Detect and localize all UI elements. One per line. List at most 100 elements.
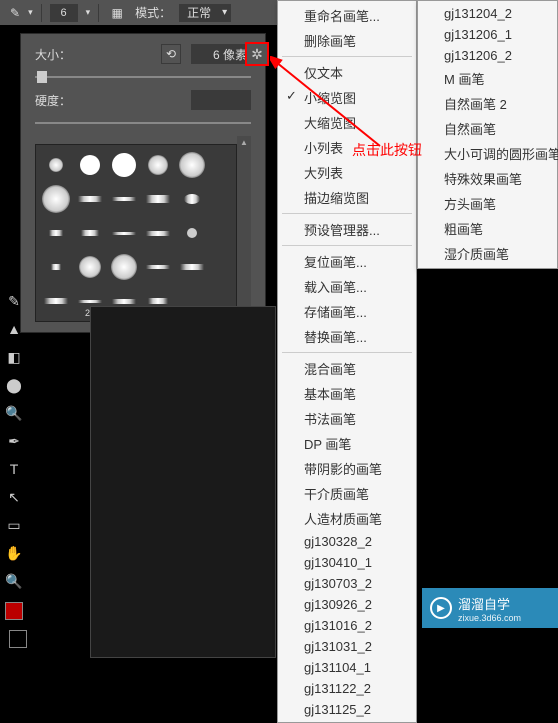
separator (282, 213, 412, 214)
brush-preset[interactable] (74, 149, 106, 181)
menu-item-preset[interactable]: gj131204_2 (418, 3, 557, 24)
menu-item-preset[interactable]: gj131104_1 (278, 657, 416, 678)
menu-item-mixed[interactable]: 混合画笔 (278, 356, 416, 381)
mode-label: 模式： (135, 4, 171, 21)
menu-item-load[interactable]: 载入画笔... (278, 274, 416, 299)
blur-tool-icon[interactable]: ⬤ (3, 374, 25, 396)
brush-preset[interactable] (108, 149, 140, 181)
menu-item-preset[interactable]: 自然画笔 (418, 116, 557, 141)
menu-item-replace[interactable]: 替换画笔... (278, 324, 416, 349)
brush-preset[interactable] (176, 183, 208, 215)
menu-item-preset[interactable]: gj131125_2 (278, 699, 416, 720)
shape-tool-icon[interactable]: ▭ (3, 514, 25, 536)
brush-preset[interactable] (40, 183, 72, 215)
menu-item-preset[interactable]: gj131016_2 (278, 615, 416, 636)
separator (282, 245, 412, 246)
menu-item-preset[interactable]: gj130410_1 (278, 552, 416, 573)
menu-item-preset[interactable]: gj130703_2 (278, 573, 416, 594)
zoom-tool-icon[interactable]: 🔍 (3, 570, 25, 592)
menu-item-dry[interactable]: 干介质画笔 (278, 481, 416, 506)
brush-preset[interactable] (108, 251, 140, 283)
scrollbar[interactable]: ▲ ▼ (237, 136, 251, 322)
play-icon: ▶ (430, 597, 452, 619)
menu-item-reset[interactable]: 复位画笔... (278, 249, 416, 274)
brush-tool-icon[interactable]: ✎ (3, 290, 25, 312)
brush-preset[interactable] (108, 183, 140, 215)
menu-item-preset[interactable]: 特殊效果画笔 (418, 166, 557, 191)
menu-item-preset[interactable]: gj131206_2 (418, 45, 557, 66)
menu-item-preset[interactable]: gj131206_1 (418, 24, 557, 45)
watermark: ▶ 溜溜自学 zixue.3d66.com (422, 588, 558, 628)
brush-preset[interactable] (74, 217, 106, 249)
foreground-color-swatch[interactable] (5, 602, 23, 620)
menu-item-preset[interactable]: gj131122_2 (278, 678, 416, 699)
path-tool-icon[interactable]: ↖ (3, 486, 25, 508)
menu-item-basic[interactable]: 基本画笔 (278, 381, 416, 406)
brush-tool-icon: ✎ (10, 6, 20, 20)
separator (282, 352, 412, 353)
watermark-title: 溜溜自学 (458, 597, 510, 612)
scroll-up-icon[interactable]: ▲ (240, 138, 248, 147)
background-color-swatch[interactable] (9, 630, 27, 648)
brush-preset[interactable] (108, 217, 140, 249)
menu-item-rename[interactable]: 重命名画笔... (278, 3, 416, 28)
hardness-input[interactable] (191, 90, 251, 110)
brush-preset-panel: ✲ 大小： ⟲ 硬度： (20, 33, 266, 333)
brush-size-display[interactable]: 6 (50, 4, 78, 22)
brush-thumbnail-grid: 25 50 (35, 144, 237, 322)
chevron-down-icon[interactable]: ▾ (28, 7, 33, 18)
gear-icon[interactable]: ✲ (245, 42, 269, 66)
menu-item-preset[interactable]: 湿介质画笔 (418, 241, 557, 266)
size-slider[interactable] (35, 76, 251, 78)
brush-preset[interactable] (40, 217, 72, 249)
menu-item-large-list[interactable]: 大列表 (278, 160, 416, 185)
menu-item-dp[interactable]: DP 画笔 (278, 431, 416, 456)
menu-item-preset[interactable]: 大小可调的圆形画笔 (418, 141, 557, 166)
menu-item-preset[interactable]: 粗画笔 (418, 216, 557, 241)
menu-item-shadow[interactable]: 带阴影的画笔 (278, 456, 416, 481)
menu-item-stroke-thumb[interactable]: 描边缩览图 (278, 185, 416, 210)
type-tool-icon[interactable]: T (3, 458, 25, 480)
eraser-tool-icon[interactable]: ◧ (3, 346, 25, 368)
size-input[interactable] (191, 44, 251, 64)
menu-item-preset[interactable]: M 画笔 (418, 66, 557, 91)
brush-preset[interactable] (176, 149, 208, 181)
menu-item-preset[interactable]: gj130926_2 (278, 594, 416, 615)
brush-preset[interactable] (142, 217, 174, 249)
menu-item-faux[interactable]: 人造材质画笔 (278, 506, 416, 531)
menu-item-preset[interactable]: gj131031_2 (278, 636, 416, 657)
brush-preset[interactable] (142, 183, 174, 215)
flip-icon[interactable]: ⟲ (161, 44, 181, 64)
brush-preset[interactable] (142, 149, 174, 181)
brush-preset[interactable] (40, 251, 72, 283)
brush-preset[interactable] (142, 251, 174, 283)
hardness-slider[interactable] (35, 122, 251, 124)
menu-item-small-list[interactable]: 小列表 (278, 135, 416, 160)
brush-preset[interactable] (40, 285, 72, 317)
dodge-tool-icon[interactable]: 🔍 (3, 402, 25, 424)
menu-item-small-thumb[interactable]: 小缩览图 (278, 85, 416, 110)
brush-preset[interactable] (74, 251, 106, 283)
menu-item-preset[interactable]: 方头画笔 (418, 191, 557, 216)
menu-item-preset[interactable]: gj130328_2 (278, 531, 416, 552)
canvas[interactable] (90, 306, 276, 658)
toggle-panel-icon[interactable]: ▦ (107, 3, 127, 23)
separator (98, 4, 99, 22)
menu-item-delete[interactable]: 删除画笔 (278, 28, 416, 53)
pen-tool-icon[interactable]: ✒ (3, 430, 25, 452)
brush-preset[interactable] (176, 251, 208, 283)
menu-item-preset[interactable]: 自然画笔 2 (418, 91, 557, 116)
menu-item-text-only[interactable]: 仅文本 (278, 60, 416, 85)
stamp-tool-icon[interactable]: ▲ (3, 318, 25, 340)
blend-mode-dropdown[interactable]: 正常 (179, 4, 231, 22)
brush-preset[interactable] (74, 183, 106, 215)
chevron-down-icon[interactable]: ▾ (86, 7, 91, 18)
menu-item-save[interactable]: 存储画笔... (278, 299, 416, 324)
brush-preset[interactable] (176, 217, 208, 249)
brush-preset[interactable] (40, 149, 72, 181)
hand-tool-icon[interactable]: ✋ (3, 542, 25, 564)
menu-item-large-thumb[interactable]: 大缩览图 (278, 110, 416, 135)
menu-item-preset-manager[interactable]: 预设管理器... (278, 217, 416, 242)
menu-item-calligraphy[interactable]: 书法画笔 (278, 406, 416, 431)
hardness-label: 硬度： (35, 92, 71, 109)
